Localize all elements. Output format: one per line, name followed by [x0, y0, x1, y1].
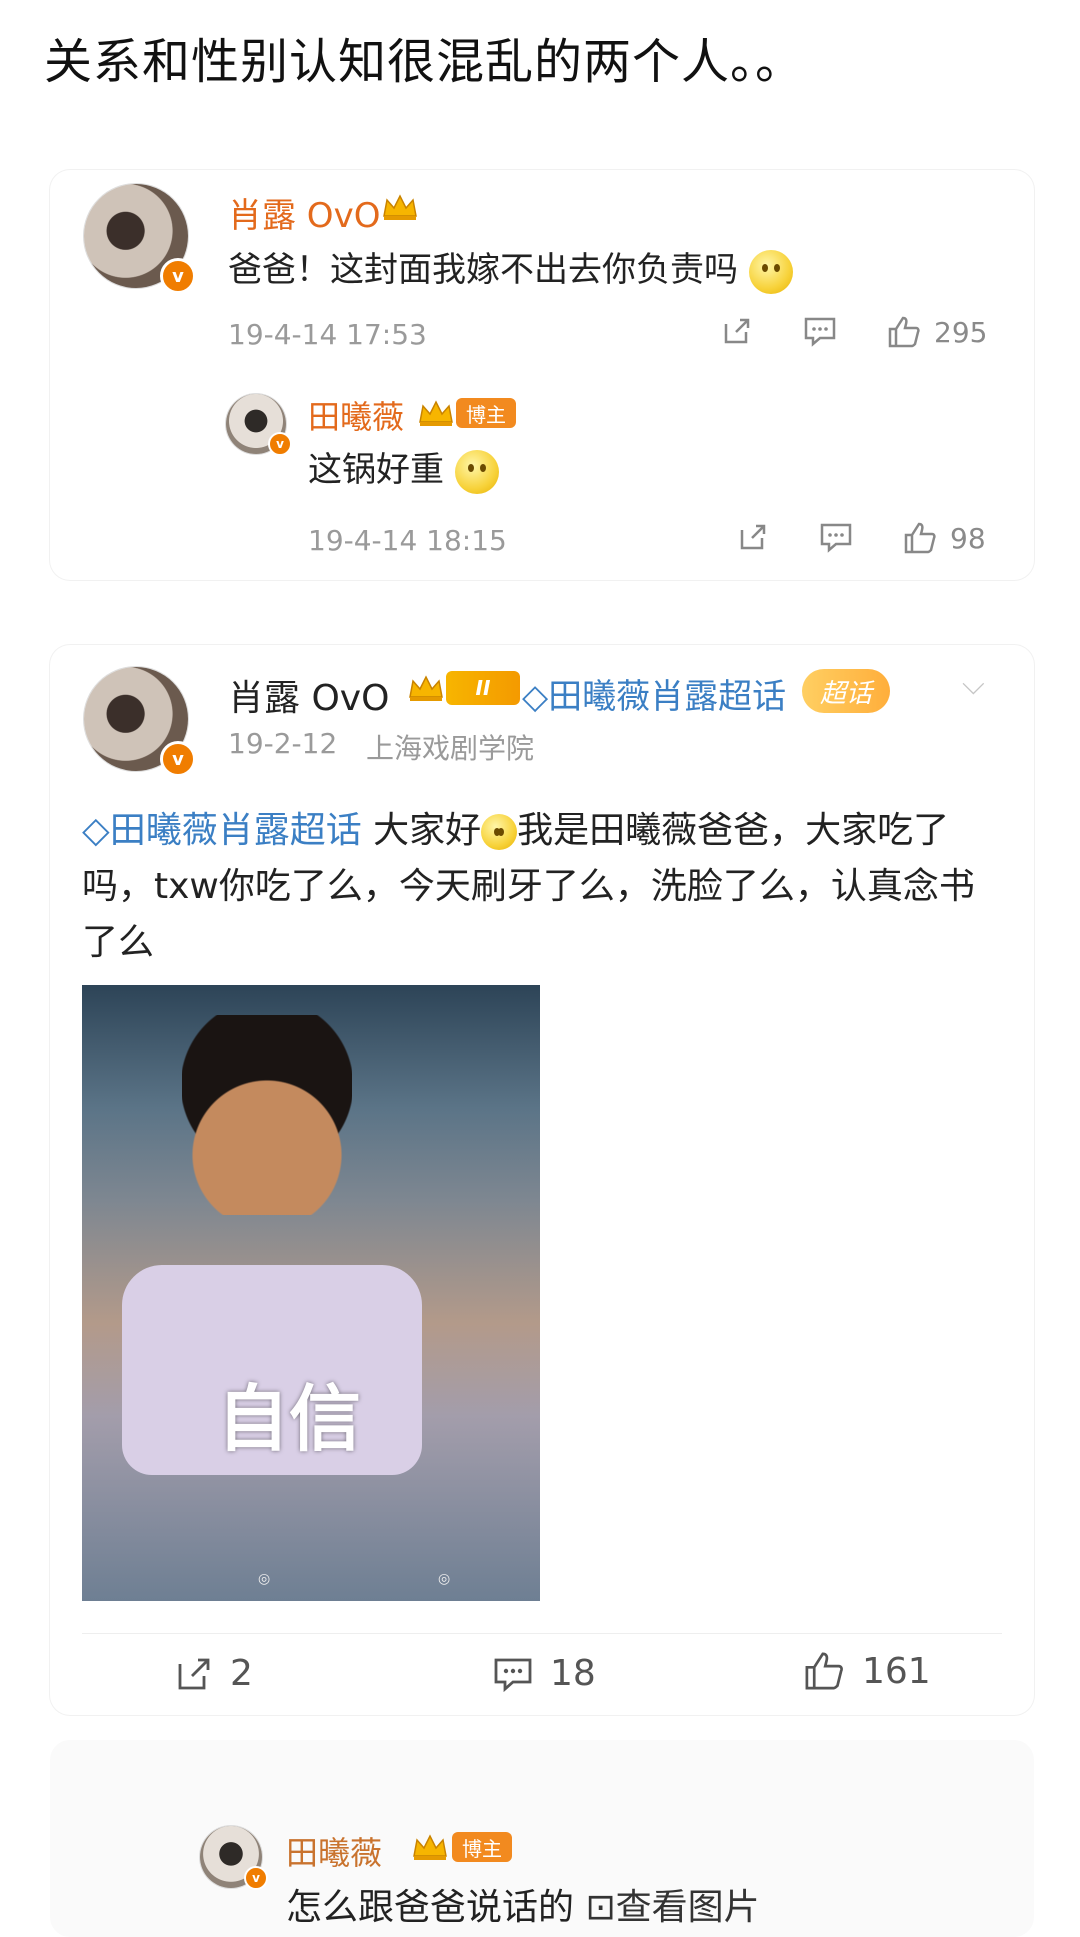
divider	[82, 1633, 1002, 1634]
view-image-link[interactable]: ⊡查看图片	[585, 1887, 759, 1928]
comment-button[interactable]	[818, 520, 854, 554]
post-date: 19-2-12	[228, 727, 338, 760]
comment-card: v 田曦薇 博主 怎么跟爸爸说话的 ⊡查看图片	[50, 1740, 1034, 1937]
repost-icon	[178, 1658, 210, 1689]
like-button[interactable]: 161	[802, 1649, 931, 1693]
thumbs-up-icon	[888, 316, 920, 348]
comment-card: v 肖露 OvO 爸爸！这封面我嫁不出去你负责吗 19-4-14 17:53 2…	[50, 170, 1034, 580]
verified-icon: v	[160, 741, 196, 777]
comment-button[interactable]: 18	[492, 1653, 596, 1694]
comment-username[interactable]: 肖露 OvO	[228, 188, 380, 237]
blogger-badge: 博主	[452, 1832, 512, 1862]
comment-icon	[804, 317, 836, 347]
comment-count: 18	[550, 1653, 596, 1694]
post-body: ◇田曦薇肖露超话 大家好 我是田曦薇爸爸，大家吃了吗，txw你吃了么，今天刷牙了么…	[82, 810, 975, 963]
repost-button[interactable]: 2	[174, 1653, 253, 1694]
topic-link[interactable]: ◇田曦薇肖露超话	[82, 810, 362, 851]
watermark: ◎	[258, 1571, 271, 1587]
vip-level-badge: II	[446, 671, 520, 705]
comment-text: 怎么跟爸爸说话的 ⊡查看图片	[286, 1887, 760, 1928]
share-button[interactable]	[736, 520, 770, 554]
photo-head	[182, 1015, 352, 1215]
thumbs-up-icon	[904, 522, 936, 554]
diamond-icon: ◇	[522, 677, 549, 717]
comment-username[interactable]: 田曦薇	[286, 1828, 382, 1874]
supertopic-link[interactable]: ◇田曦薇肖露超话	[522, 669, 786, 718]
comment-timestamp: 19-4-14 17:53	[228, 318, 427, 351]
comment-button[interactable]	[802, 314, 838, 348]
like-button[interactable]: 98	[902, 520, 986, 556]
reply-text: 这锅好重	[308, 442, 499, 494]
verified-icon: v	[160, 258, 196, 294]
like-count: 98	[950, 521, 986, 555]
verified-icon: v	[268, 432, 292, 456]
chaohua-badge: 超话	[802, 669, 891, 713]
like-count: 295	[934, 315, 988, 349]
comment-icon	[494, 1658, 532, 1692]
post-caption: 关系和性别认知很混乱的两个人。。	[44, 34, 805, 90]
reply-timestamp: 19-4-14 18:15	[308, 524, 507, 557]
chevron-down-icon[interactable]: ⌵	[962, 667, 985, 702]
thinking-emoji-icon	[481, 814, 518, 850]
post-location: 上海戏剧学院	[366, 732, 535, 765]
comment-icon	[820, 523, 852, 553]
post-image[interactable]: 自信 ◎ ◎	[82, 985, 540, 1601]
reply-username[interactable]: 田曦薇	[308, 392, 404, 438]
repost-count: 2	[230, 1653, 253, 1694]
share-icon	[740, 524, 766, 550]
image-caption: 自信	[217, 1377, 362, 1461]
like-count: 161	[862, 1650, 931, 1692]
like-button[interactable]: 295	[886, 314, 987, 350]
blogger-badge: 博主	[456, 398, 516, 428]
crown-icon	[406, 673, 446, 703]
watermark: ◎	[438, 1571, 451, 1587]
share-button[interactable]	[720, 314, 754, 348]
smile-emoji-icon	[748, 249, 793, 294]
thumbs-up-icon	[805, 1652, 843, 1690]
verified-icon: v	[244, 1866, 268, 1890]
crown-icon	[410, 1832, 450, 1862]
comment-text: 爸爸！这封面我嫁不出去你负责吗	[228, 242, 793, 294]
smile-emoji-icon	[454, 449, 499, 494]
crown-icon	[416, 398, 456, 428]
post-card: v 肖露 OvO II ◇田曦薇肖露超话 超话 ⌵ 19-2-12 上海戏剧学院…	[50, 645, 1034, 1715]
image-icon: ⊡	[585, 1887, 616, 1928]
share-icon	[724, 318, 750, 344]
post-username[interactable]: 肖露 OvO	[228, 669, 389, 721]
crown-icon	[380, 192, 420, 222]
